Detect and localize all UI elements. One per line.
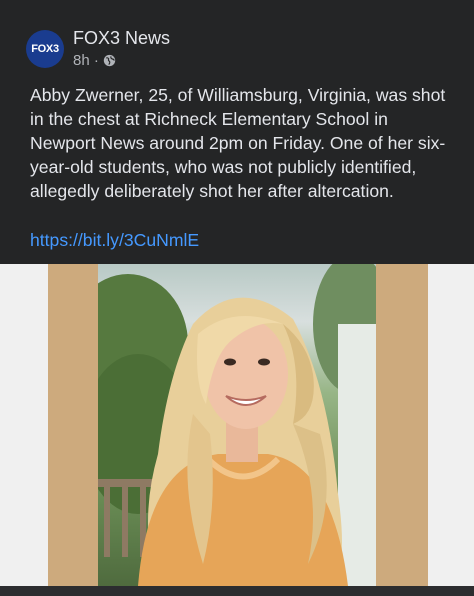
post-header: FOX3 FOX3 News 8h ·	[26, 26, 446, 70]
post-link[interactable]: https://bit.ly/3CuNmlE	[30, 230, 199, 251]
post-time[interactable]: 8h ·	[73, 52, 99, 69]
avatar-logo-text: FOX3	[31, 43, 59, 55]
page-avatar[interactable]: FOX3	[26, 30, 64, 68]
post-body-text: Abby Zwerner, 25, of Williamsburg, Virgi…	[30, 85, 446, 201]
portrait-illustration	[98, 264, 376, 586]
post-meta: 8h ·	[73, 52, 116, 69]
globe-icon	[103, 54, 116, 67]
post-media[interactable]	[0, 264, 474, 586]
facebook-post: FOX3 FOX3 News 8h · Abby Zwerner, 25, of…	[0, 0, 474, 596]
post-photo[interactable]	[98, 264, 376, 586]
page-name[interactable]: FOX3 News	[73, 28, 170, 49]
post-footer-bar	[0, 586, 474, 596]
